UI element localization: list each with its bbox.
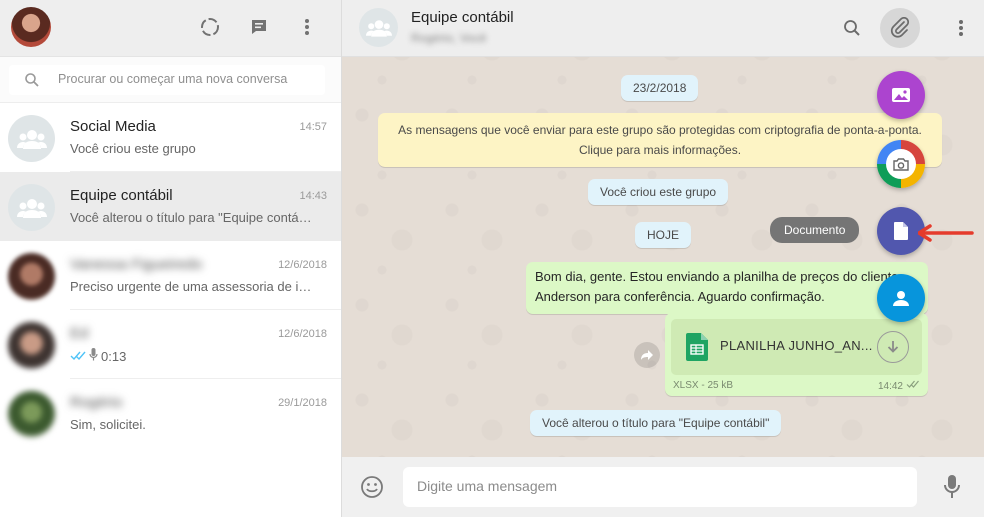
chat-preview: 0:13 [70, 348, 322, 364]
forward-icon[interactable] [634, 342, 660, 368]
new-chat-icon[interactable] [246, 14, 272, 40]
search-area [0, 57, 341, 103]
chat-item-contact-1[interactable]: Vanessa Figueiredo 12/6/2018 Preciso urg… [0, 241, 341, 310]
chat-name: Vanessa Figueiredo [70, 256, 203, 273]
double-check-icon [906, 380, 920, 392]
document-tooltip: Documento [770, 217, 860, 243]
file-name: PLANILHA JUNHO_AN... [720, 338, 873, 353]
mic-icon [89, 348, 98, 364]
menu-icon[interactable] [948, 15, 974, 41]
chat-name: Social Media [70, 118, 156, 135]
contact-icon[interactable] [877, 274, 925, 322]
profile-avatar[interactable] [11, 7, 51, 47]
search-messages-icon[interactable] [839, 15, 865, 41]
camera-icon[interactable] [877, 140, 925, 188]
search-box [9, 65, 325, 95]
menu-icon[interactable] [294, 14, 320, 40]
conversation-header[interactable]: Equipe contábil Rogério, Você [342, 0, 984, 57]
group-members: Rogério, Você [411, 31, 487, 45]
arrow-annotation-icon [917, 224, 974, 245]
chat-preview-text: Você alterou o título para "Equipe contá… [70, 210, 312, 225]
chat-preview: Sim, solicitei. [70, 417, 322, 432]
message-time-text: 14:42 [877, 380, 903, 392]
message-time: 14:42 [878, 380, 920, 392]
chat-time: 12/6/2018 [278, 259, 327, 271]
file-card[interactable]: PLANILHA JUNHO_AN... [671, 319, 922, 375]
status-icon[interactable] [197, 14, 223, 40]
encryption-notice[interactable]: As mensagens que você enviar para este g… [378, 113, 942, 167]
attach-icon[interactable] [880, 8, 920, 48]
chat-preview-text: 0:13 [101, 348, 127, 364]
chat-list-panel: Social Media 14:57 Você criou este grupo… [0, 0, 342, 517]
chat-preview-text: Você criou este grupo [70, 141, 196, 156]
search-input[interactable] [58, 72, 318, 86]
chat-preview: Preciso urgente de uma assessoria de i… [70, 279, 322, 294]
search-icon [24, 72, 40, 91]
conversation-title: Equipe contábil [411, 9, 514, 26]
chat-time: 29/1/2018 [278, 397, 327, 409]
group-avatar-icon [8, 184, 55, 231]
spreadsheet-icon [686, 333, 708, 364]
today-label: HOJE [635, 222, 692, 248]
chat-item-contact-3[interactable]: Rogério 29/1/2018 Sim, solicitei. [0, 379, 341, 448]
composer-bar [342, 457, 984, 517]
chat-preview-text: Sim, solicitei. [70, 417, 146, 432]
chat-item-equipe-contabil[interactable]: Equipe contábil 14:43 Você alterou o tít… [0, 172, 341, 241]
conversation-panel: Equipe contábil Rogério, Você 23/2/2018 … [342, 0, 984, 517]
chat-time: 12/6/2018 [278, 328, 327, 340]
contact-avatar [8, 253, 55, 300]
chat-preview: Você alterou o título para "Equipe contá… [70, 210, 322, 225]
file-message[interactable]: PLANILHA JUNHO_AN... XLSX - 25 kB 14:42 [665, 313, 928, 396]
date-label: 23/2/2018 [621, 75, 699, 101]
contact-avatar [8, 391, 55, 438]
chat-time: 14:57 [299, 121, 327, 133]
download-icon[interactable] [877, 331, 909, 363]
chat-name: Rogério [70, 394, 123, 411]
chat-item-social-media[interactable]: Social Media 14:57 Você criou este grupo [0, 103, 341, 172]
gallery-icon[interactable] [877, 71, 925, 119]
system-message-created: Você criou este grupo [588, 179, 729, 205]
message-input[interactable] [417, 478, 897, 494]
group-avatar-icon[interactable] [359, 8, 398, 47]
chat-preview-text: Preciso urgente de uma assessoria de i… [70, 279, 312, 294]
contact-avatar [8, 322, 55, 369]
sidebar-header [0, 0, 341, 57]
chat-time: 14:43 [299, 190, 327, 202]
chat-name: Equipe contábil [70, 187, 173, 204]
group-avatar-icon [8, 115, 55, 162]
chat-name: Ed [70, 325, 89, 342]
outgoing-message[interactable]: Bom dia, gente. Estou enviando a planilh… [526, 262, 928, 314]
chat-item-contact-2[interactable]: Ed 12/6/2018 0:13 [0, 310, 341, 379]
read-receipt-icon [70, 349, 86, 364]
mic-icon[interactable] [943, 474, 961, 503]
chat-preview: Você criou este grupo [70, 141, 322, 156]
file-meta: XLSX - 25 kB [673, 380, 734, 391]
emoji-icon[interactable] [360, 475, 384, 502]
message-input-box [403, 467, 917, 507]
system-message-renamed: Você alterou o título para "Equipe contá… [530, 410, 782, 436]
